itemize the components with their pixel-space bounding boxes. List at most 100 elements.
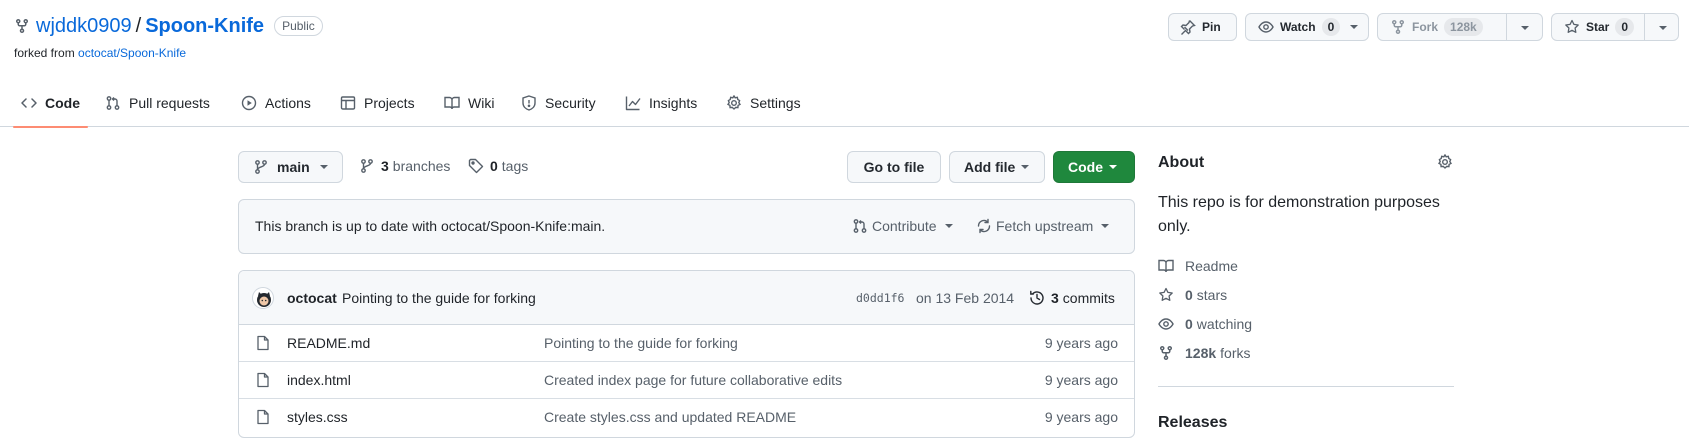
gear-icon[interactable] (1437, 154, 1453, 170)
contribute-label: Contribute (872, 218, 937, 234)
tab-settings[interactable]: Settings (726, 78, 801, 127)
play-icon (241, 95, 257, 111)
file-icon (255, 335, 271, 351)
tab-insights[interactable]: Insights (625, 78, 697, 127)
commit-sha-link[interactable]: d0dd1f6 (856, 291, 904, 305)
watching-link[interactable]: 0 watching (1158, 316, 1252, 332)
contribute-button[interactable]: Contribute (852, 218, 953, 234)
branch-caret (319, 165, 328, 169)
repo-nav-tabs: Code Pull requests Actions Projects Wiki… (0, 78, 1689, 128)
file-commit-message-link[interactable]: Create styles.css and updated README (544, 409, 796, 425)
tab-wiki[interactable]: Wiki (444, 78, 494, 127)
about-heading: About (1158, 154, 1205, 171)
readme-label: Readme (1185, 258, 1238, 274)
visibility-badge: Public (274, 16, 323, 36)
file-age: 9 years ago (1044, 409, 1118, 425)
file-commit-message-link[interactable]: Pointing to the guide for forking (544, 335, 738, 351)
tab-actions-label: Actions (265, 94, 311, 111)
file-name-link[interactable]: styles.css (287, 409, 348, 425)
repo-forked-icon (14, 18, 30, 34)
latest-commit-row: octocat Pointing to the guide for forkin… (239, 271, 1134, 325)
forked-from-label: forked from (14, 46, 75, 60)
pin-label: Pin (1202, 20, 1221, 34)
file-icon (255, 372, 271, 388)
fork-source-link[interactable]: octocat/Spoon-Knife (78, 46, 186, 60)
star-dropdown-caret[interactable] (1659, 26, 1667, 30)
fork-dropdown-caret[interactable] (1521, 26, 1529, 30)
add-file-button[interactable]: Add file (949, 151, 1045, 183)
avatar[interactable] (252, 287, 274, 309)
commit-date: on 13 Feb 2014 (916, 290, 1015, 306)
code-dropdown-button[interactable]: Code (1053, 151, 1135, 183)
tab-projects-label: Projects (364, 94, 415, 111)
file-commit-message-link[interactable]: Created index page for future collaborat… (544, 372, 842, 388)
watch-count: 0 (1321, 18, 1341, 36)
gear-icon (726, 94, 742, 111)
fork-count: 128k (1444, 18, 1483, 36)
pin-button[interactable]: Pin (1168, 13, 1237, 41)
code-icon (21, 95, 37, 111)
about-divider (1158, 386, 1454, 387)
fetch-upstream-button[interactable]: Fetch upstream (976, 218, 1110, 234)
repo-path-separator: / (135, 14, 142, 37)
tab-wiki-label: Wiki (468, 94, 495, 111)
tab-settings-label: Settings (750, 94, 801, 111)
star-button[interactable]: Star 0 (1551, 13, 1679, 41)
fetch-upstream-caret (1101, 224, 1110, 228)
forked-from-line: forked from octocat/Spoon-Knife (14, 46, 186, 60)
history-icon (1029, 290, 1045, 306)
star-icon (1158, 287, 1174, 303)
watch-button[interactable]: Watch 0 (1245, 13, 1369, 41)
branches-link[interactable]: 3 branches (359, 158, 450, 174)
releases-heading[interactable]: Releases (1158, 414, 1227, 432)
git-branch-icon (359, 158, 375, 174)
tab-security[interactable]: Security (521, 78, 596, 127)
tab-pull-requests[interactable]: Pull requests (105, 78, 210, 127)
contribute-caret (944, 224, 953, 228)
star-label: Star (1586, 20, 1610, 34)
add-file-label: Add file (964, 159, 1016, 175)
fork-button[interactable]: Fork 128k (1377, 13, 1543, 41)
book-icon (444, 95, 460, 111)
add-file-caret (1021, 165, 1030, 169)
commit-message-link[interactable]: Pointing to the guide for forking (342, 290, 536, 306)
code-button-label: Code (1068, 159, 1103, 175)
tags-link[interactable]: 0 tags (468, 158, 528, 174)
commits-label: commits (1062, 290, 1115, 306)
watching-count: 0 (1185, 316, 1193, 332)
tags-count: 0 (490, 158, 498, 174)
repo-name-link[interactable]: Spoon-Knife (145, 15, 264, 38)
file-name-link[interactable]: README.md (287, 335, 370, 351)
tab-code[interactable]: Code (13, 78, 88, 128)
tags-label: tags (501, 158, 529, 174)
pull-request-icon (852, 218, 868, 234)
fork-status-message: This branch is up to date with octocat/S… (255, 218, 606, 234)
fork-status-box: This branch is up to date with octocat/S… (238, 199, 1135, 254)
stars-link[interactable]: 0 stars (1158, 287, 1227, 303)
eye-icon (1258, 19, 1274, 35)
tab-pull-requests-label: Pull requests (129, 94, 210, 111)
go-to-file-button[interactable]: Go to file (847, 151, 941, 183)
file-age: 9 years ago (1044, 372, 1118, 388)
branch-select-button[interactable]: main (238, 151, 343, 183)
tab-security-label: Security (545, 94, 596, 111)
file-name-link[interactable]: index.html (287, 372, 351, 388)
pull-request-icon (105, 95, 121, 111)
tab-projects[interactable]: Projects (340, 78, 415, 127)
fork-icon (1390, 19, 1406, 35)
commit-author-link[interactable]: octocat (287, 290, 337, 306)
commits-history-link[interactable]: 3 commits (1029, 290, 1115, 306)
table-row: index.html Created index page for future… (239, 362, 1134, 399)
watch-dropdown-caret (1350, 25, 1359, 29)
commits-count: 3 (1051, 290, 1059, 306)
graph-icon (625, 95, 641, 111)
eye-icon (1158, 316, 1174, 332)
forks-count: 128k (1185, 345, 1217, 361)
repo-owner-link[interactable]: wjddk0909 (36, 15, 132, 38)
file-age: 9 years ago (1044, 335, 1118, 351)
forks-link[interactable]: 128k forks (1158, 345, 1251, 361)
tab-code-label: Code (45, 94, 80, 111)
readme-link[interactable]: Readme (1158, 258, 1238, 274)
file-list: octocat Pointing to the guide for forkin… (238, 270, 1135, 438)
tab-actions[interactable]: Actions (241, 78, 311, 127)
